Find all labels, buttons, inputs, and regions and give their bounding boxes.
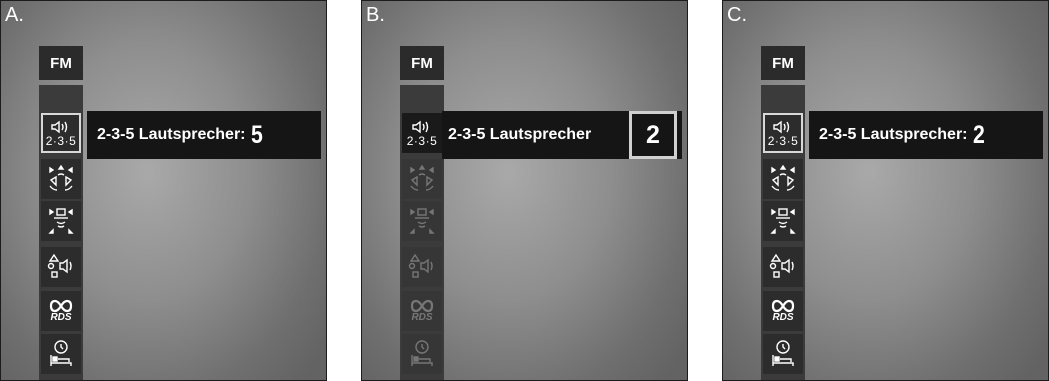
panel-letter: B.: [366, 4, 385, 26]
balance-menu-item[interactable]: [41, 247, 81, 287]
sleep-timer-menu-item[interactable]: [41, 334, 81, 374]
setting-value[interactable]: 5: [251, 121, 263, 150]
speaker-235-menu-item[interactable]: 2·3·5: [763, 113, 803, 153]
setting-label: 2-3-5 Lautsprecher: [448, 126, 592, 143]
panel-c: C. FM 2·3·5 RDS 2-3-5 Lautsprecher: 2: [722, 0, 1049, 381]
center-speaker-icon: [48, 208, 74, 234]
setting-bar: 2-3-5 Lautsprecher: 2: [809, 111, 1043, 159]
panel-a: A. FM 2·3·5 RDS 2-3-5 Lautsprecher: 5: [0, 0, 327, 381]
fm-button[interactable]: FM: [761, 46, 805, 80]
sleep-timer-icon: [50, 340, 72, 366]
center-speaker-icon: [770, 208, 796, 234]
rds-icon: [410, 299, 434, 313]
sleep-timer-menu-item[interactable]: [402, 334, 442, 374]
surround-speakers-icon: [410, 164, 434, 191]
setting-value[interactable]: 2: [973, 121, 985, 150]
balance-shapes-speaker-icon: [769, 253, 794, 278]
surround-menu-item[interactable]: [41, 159, 81, 199]
panel-b: B. FM 2·3·5 RDS 2-3-5 Lautsprecher 2: [361, 0, 688, 381]
surround-menu-item[interactable]: [763, 159, 803, 199]
rds-label: RDS: [50, 312, 72, 323]
rds-menu-item[interactable]: RDS: [41, 291, 81, 331]
rds-icon: [49, 299, 73, 313]
setting-bar: 2-3-5 Lautsprecher: 5: [87, 111, 321, 159]
center-speaker-menu-item[interactable]: [41, 201, 81, 241]
speaker-235-label: 2·3·5: [45, 133, 77, 148]
balance-shapes-speaker-icon: [47, 253, 72, 278]
sleep-timer-icon: [772, 340, 794, 366]
speaker-235-menu-item[interactable]: 2·3·5: [41, 113, 81, 153]
fm-button[interactable]: FM: [39, 46, 83, 80]
speaker-235-icon: [51, 120, 68, 133]
center-speaker-icon: [409, 208, 435, 234]
setting-label: 2-3-5 Lautsprecher:: [819, 126, 968, 143]
setting-value-box[interactable]: 2: [629, 111, 677, 159]
surround-speakers-icon: [771, 164, 795, 191]
surround-menu-item[interactable]: [402, 159, 442, 199]
center-speaker-menu-item[interactable]: [763, 201, 803, 241]
sleep-timer-menu-item[interactable]: [763, 334, 803, 374]
balance-menu-item[interactable]: [763, 247, 803, 287]
balance-menu-item[interactable]: [402, 247, 442, 287]
speaker-235-label: 2·3·5: [767, 133, 799, 148]
rds-label: RDS: [411, 312, 433, 323]
balance-shapes-speaker-icon: [408, 253, 433, 278]
speaker-235-icon: [412, 120, 429, 133]
speaker-235-label: 2·3·5: [406, 133, 438, 148]
rds-menu-item[interactable]: RDS: [763, 291, 803, 331]
center-speaker-menu-item[interactable]: [402, 201, 442, 241]
setting-label: 2-3-5 Lautsprecher:: [97, 126, 246, 143]
panel-letter: C.: [727, 4, 747, 26]
speaker-235-menu-item[interactable]: 2·3·5: [402, 113, 442, 153]
surround-speakers-icon: [49, 164, 73, 191]
fm-button[interactable]: FM: [400, 46, 444, 80]
rds-label: RDS: [772, 312, 794, 323]
rds-menu-item[interactable]: RDS: [402, 291, 442, 331]
rds-icon: [771, 299, 795, 313]
sleep-timer-icon: [411, 340, 433, 366]
panel-letter: A.: [5, 4, 24, 26]
speaker-235-icon: [773, 120, 790, 133]
